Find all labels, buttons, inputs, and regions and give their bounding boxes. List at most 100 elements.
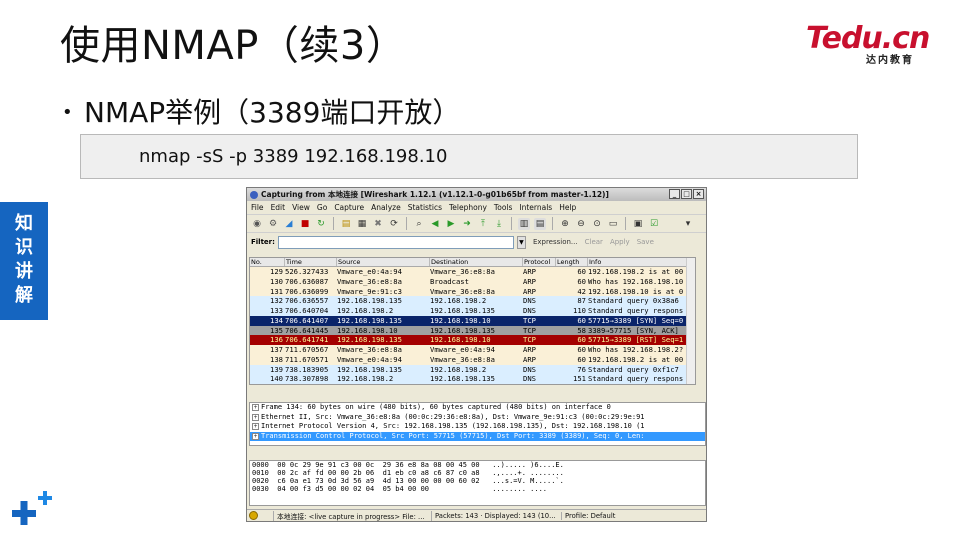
zoom-normal-icon[interactable]: ⊙ (591, 218, 603, 230)
menu-edit[interactable]: Edit (271, 203, 286, 212)
hex-row[interactable]: 0010 00 2c af fd 00 00 2b 06 d1 eb c0 a8… (250, 469, 705, 477)
go-forward-icon[interactable]: ▶ (445, 218, 457, 230)
col-info[interactable]: Info (588, 258, 695, 266)
packet-list-scrollbar[interactable] (686, 258, 695, 384)
stop-capture-icon[interactable]: ■ (299, 218, 311, 230)
packet-cell-src: Vmware_9e:91:c3 (337, 286, 402, 296)
packet-row[interactable]: 141738.308414192.168.198.135192.168.198.… (250, 384, 695, 385)
expand-icon[interactable]: + (252, 413, 259, 421)
expand-icon[interactable]: + (252, 404, 259, 411)
filter-dropdown-icon[interactable]: ▼ (516, 235, 526, 249)
restart-capture-icon[interactable]: ↻ (315, 218, 327, 230)
packet-cell-time: 706.636099 (285, 286, 329, 296)
close-button[interactable]: × (693, 189, 704, 199)
packet-row[interactable]: 134 706.641407 192.168.198.135 192.168.198.… (250, 315, 695, 326)
save-filter-button[interactable]: Save (637, 238, 654, 246)
packet-cell-len: 58 (577, 325, 586, 335)
capture-comment-icon[interactable] (258, 510, 274, 521)
reload-icon[interactable]: ⟳ (388, 218, 400, 230)
packet-cell-proto: TCP (523, 335, 536, 345)
minimize-button[interactable]: _ (669, 189, 680, 199)
packet-cell-info: 192.168.198.2 is at 00 (588, 354, 684, 364)
packet-cell-no: 135 (270, 325, 283, 335)
packet-cell-dst: 192.168.198.135 (430, 374, 495, 384)
clear-button[interactable]: Clear (585, 238, 603, 246)
hex-row[interactable]: 0030 04 00 f3 d5 00 00 02 04 05 b4 00 00… (250, 485, 705, 493)
status-profile[interactable]: Profile: Default (562, 512, 618, 520)
go-to-packet-icon[interactable]: ➜ (461, 218, 473, 230)
packet-row[interactable]: 139 738.183905 192.168.198.135 192.168.198.… (250, 364, 695, 375)
menu-analyze[interactable]: Analyze (371, 203, 401, 212)
menu-view[interactable]: View (292, 203, 310, 212)
packet-row[interactable]: 130 706.636087 Vmware_36:e8:8a Broadcast ARP… (250, 276, 695, 287)
interfaces-icon[interactable]: ◉ (251, 218, 263, 230)
packet-cell-proto: ARP (523, 345, 536, 354)
col-destination[interactable]: Destination (430, 258, 523, 266)
expand-icon[interactable]: + (252, 423, 259, 430)
save-file-icon[interactable]: ▦ (356, 218, 368, 230)
close-file-icon[interactable]: ✖ (372, 218, 384, 230)
detail-row-tcp[interactable]: + Transmission Control Protocol, Src Port… (250, 431, 705, 441)
packet-row[interactable]: 138 711.670571 Vmware_e0:4a:94 Vmware_36:e8… (250, 354, 695, 365)
col-protocol[interactable]: Protocol (523, 258, 556, 266)
resize-columns-icon[interactable]: ▭ (607, 218, 619, 230)
expand-icon[interactable]: + (252, 432, 259, 440)
menu-telephony[interactable]: Telephony (449, 203, 487, 212)
packet-row[interactable]: 131 706.636099 Vmware_9e:91:c3 Vmware_36:e8… (250, 286, 695, 297)
open-file-icon[interactable]: ▤ (340, 218, 352, 230)
packet-cell-no: 136 (270, 335, 283, 345)
packet-row[interactable]: 129 526.327433 Vmware_e0:4a:94 Vmware_36:e8… (250, 267, 695, 277)
display-filters-icon[interactable]: ☑ (648, 218, 660, 230)
packet-row[interactable]: 132 706.636557 192.168.198.135 192.168.198.… (250, 296, 695, 306)
col-no[interactable]: No. (250, 258, 285, 266)
options-icon[interactable]: ⚙ (267, 218, 279, 230)
packet-row[interactable]: 135 706.641445 192.168.198.10 192.168.198.1… (250, 325, 695, 336)
menu-help[interactable]: Help (559, 203, 576, 212)
packet-row[interactable]: 137 711.670567 Vmware_36:e8:8a Vmware_e0:4a… (250, 345, 695, 355)
hex-row[interactable]: 0000 00 0c 29 9e 91 c3 00 0c 29 36 e8 8a… (250, 461, 705, 469)
menu-statistics[interactable]: Statistics (408, 203, 442, 212)
maximize-button[interactable]: □ (681, 189, 692, 199)
start-capture-icon[interactable]: ◢ (283, 218, 295, 230)
packet-cell-no: 134 (270, 315, 283, 325)
find-packet-icon[interactable]: ⌕ (413, 218, 425, 230)
expression-button[interactable]: Expression... (533, 238, 578, 246)
colorize-icon[interactable]: ▥ (518, 217, 530, 230)
col-time[interactable]: Time (285, 258, 337, 266)
menu-tools[interactable]: Tools (494, 203, 512, 212)
menu-internals[interactable]: Internals (519, 203, 552, 212)
toolbar-separator (511, 217, 512, 230)
packet-list-header: No. Time Source Destination Protocol Len… (250, 258, 695, 267)
go-back-icon[interactable]: ◀ (429, 218, 441, 230)
expert-info-icon[interactable] (249, 511, 258, 520)
detail-row-frame[interactable]: + Frame 134: 60 bytes on wire (480 bits),… (250, 403, 705, 413)
packet-cell-dst: Vmware_e0:4a:94 (430, 345, 495, 354)
window-titlebar: Capturing from 本地连接 [Wireshark 1.12.1 (v… (247, 188, 706, 201)
filter-input[interactable] (277, 235, 514, 249)
packet-row[interactable]: 136 706.641741 192.168.198.135 192.168.198.… (250, 335, 695, 345)
menu-capture[interactable]: Capture (334, 203, 364, 212)
capture-filters-icon[interactable]: ▣ (632, 218, 644, 230)
col-source[interactable]: Source (337, 258, 430, 266)
zoom-in-icon[interactable]: ⊕ (559, 218, 571, 230)
packet-row[interactable]: 140 738.307898 192.168.198.2 192.168.198.13… (250, 374, 695, 384)
go-last-icon[interactable]: ⤓ (493, 218, 505, 230)
auto-scroll-icon[interactable]: ▤ (534, 217, 546, 230)
menu-file[interactable]: File (251, 203, 264, 212)
packet-cell-no: 129 (270, 267, 283, 276)
detail-row-ip[interactable]: + Internet Protocol Version 4, Src: 192.1… (250, 422, 705, 432)
packet-cell-len: 42 (577, 286, 586, 296)
col-length[interactable]: Length (556, 258, 588, 266)
packet-cell-no: 132 (270, 296, 283, 306)
slide-title: 使用NMAP（续3） (60, 23, 407, 69)
go-first-icon[interactable]: ⤒ (477, 218, 489, 230)
menu-go[interactable]: Go (317, 203, 327, 212)
packet-cell-proto: TCP (523, 325, 536, 335)
packet-cell-src: 192.168.198.135 (337, 335, 402, 345)
apply-button[interactable]: Apply (610, 238, 630, 246)
detail-row-ethernet[interactable]: + Ethernet II, Src: Vmware_36:e8:8a (00:0… (250, 413, 705, 423)
hex-row[interactable]: 0020 c6 0a e1 73 0d 3d 56 a9 4d 13 00 00… (250, 477, 705, 485)
toolbar-more-icon[interactable]: ▾ (682, 218, 694, 230)
zoom-out-icon[interactable]: ⊖ (575, 218, 587, 230)
packet-row[interactable]: 133 706.640704 192.168.198.2 192.168.198.13… (250, 306, 695, 316)
